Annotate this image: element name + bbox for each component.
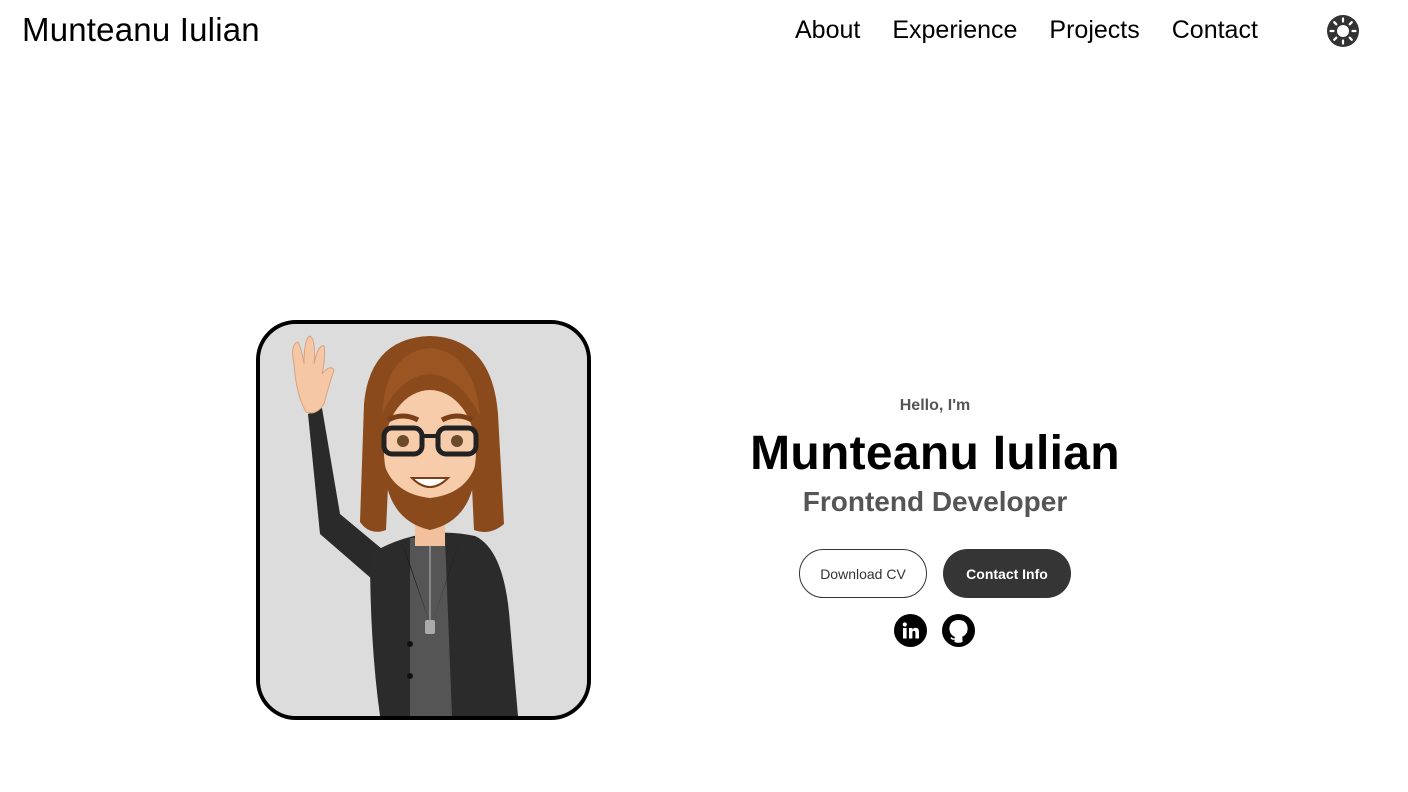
nav-about[interactable]: About (795, 14, 860, 46)
linkedin-icon (894, 614, 927, 647)
nav-experience[interactable]: Experience (892, 14, 1017, 46)
social-links (894, 614, 975, 647)
avatar (256, 320, 591, 720)
download-cv-button[interactable]: Download CV (799, 549, 927, 598)
hero-name: Munteanu Iulian (750, 427, 1120, 480)
hero-buttons: Download CV Contact Info (799, 549, 1071, 598)
contact-info-button[interactable]: Contact Info (943, 549, 1071, 598)
nav-projects[interactable]: Projects (1049, 14, 1139, 46)
cartoon-avatar-icon (260, 324, 587, 716)
hero-role: Frontend Developer (802, 486, 1068, 517)
site-logo[interactable]: Munteanu Iulian (22, 10, 260, 50)
github-icon (942, 614, 975, 647)
hero-greeting: Hello, I'm (899, 397, 971, 414)
hero-intro: Hello, I'm Munteanu Iulian Frontend Deve… (735, 396, 1135, 520)
main-nav: About Experience Projects Contact (795, 14, 1290, 46)
nav-contact[interactable]: Contact (1172, 14, 1258, 46)
linkedin-link[interactable] (894, 614, 927, 647)
sun-icon (1327, 15, 1359, 47)
github-link[interactable] (942, 614, 975, 647)
theme-toggle-button[interactable] (1326, 14, 1360, 48)
